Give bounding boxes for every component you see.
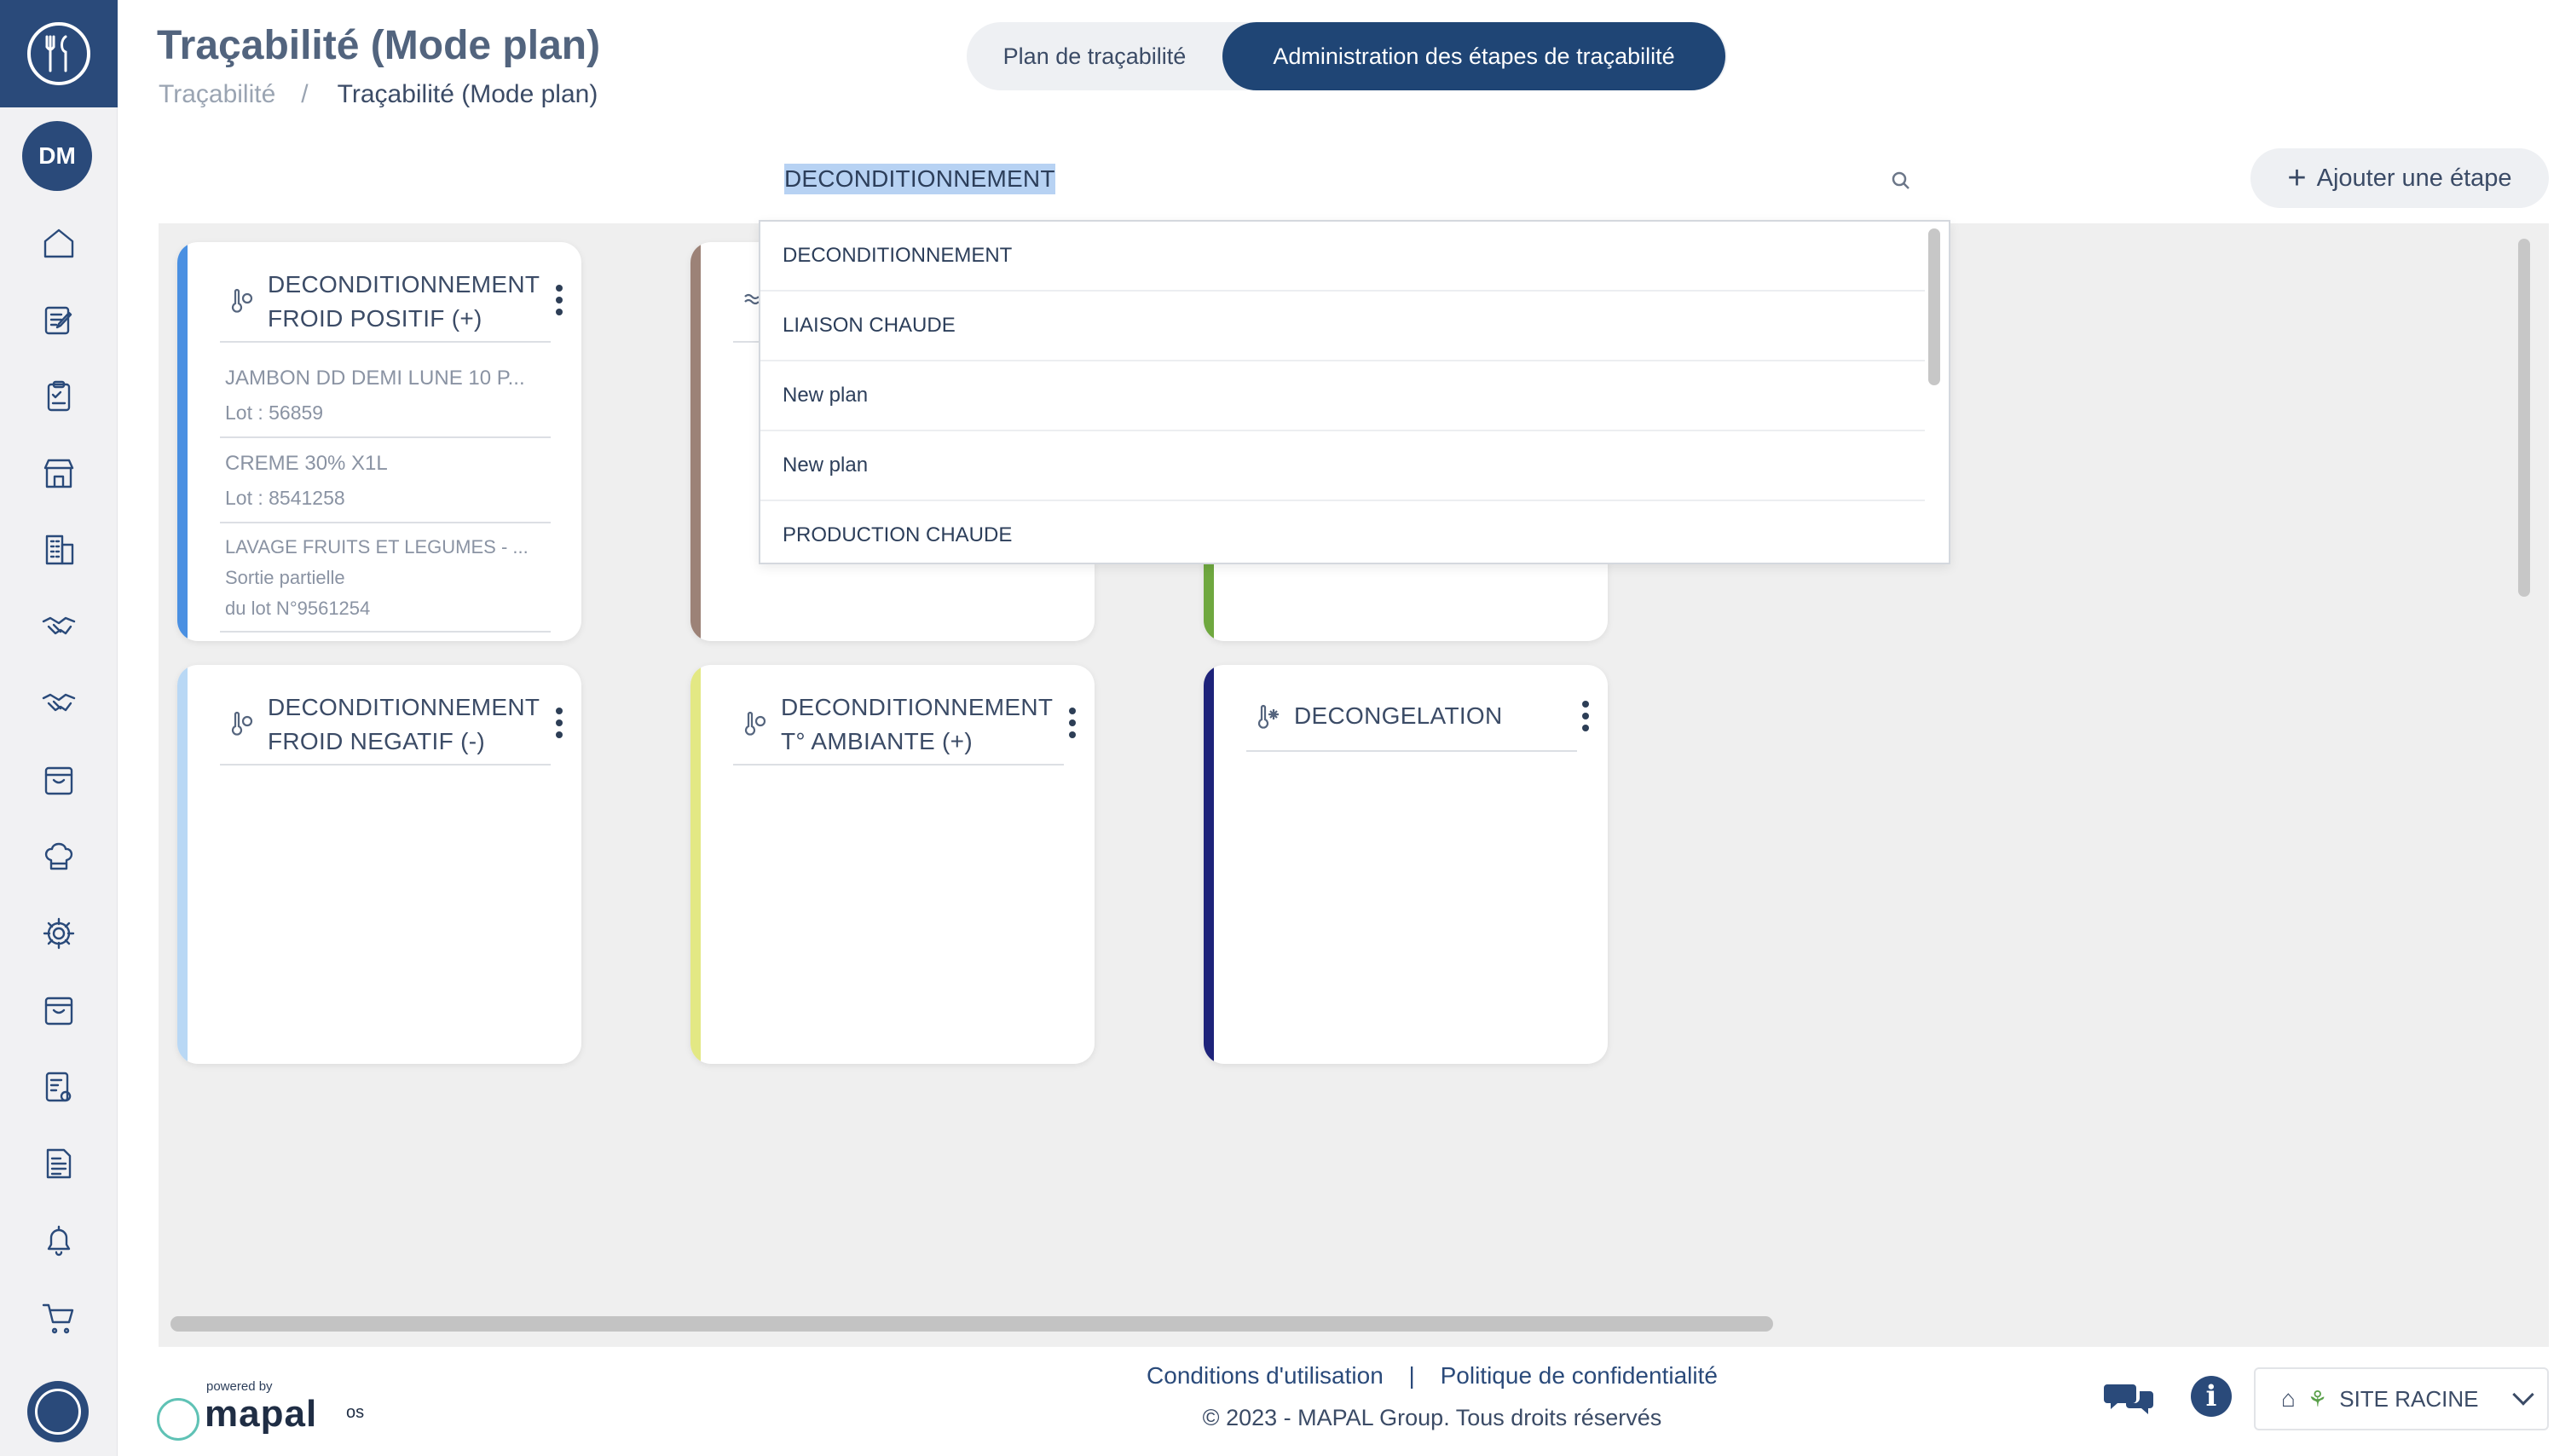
privacy-link[interactable]: Politique de confidentialité <box>1441 1362 1718 1389</box>
suggestion-item[interactable]: DECONDITIONNEMENT <box>760 222 1925 292</box>
card-header: DECONDITIONNEMENT FROID NEGATIF (-) <box>220 687 563 766</box>
chef-hat-icon[interactable] <box>0 818 118 895</box>
footer-links: Conditions d'utilisation | Politique de … <box>1108 1362 1756 1390</box>
suggestion-item[interactable]: LIAISON CHAUDE <box>760 292 1925 361</box>
store-icon[interactable] <box>0 435 118 511</box>
card-header: DECONGELATION <box>1246 687 1589 752</box>
terms-link[interactable]: Conditions d'utilisation <box>1147 1362 1384 1389</box>
bottom-logo-icon[interactable] <box>27 1381 89 1442</box>
sprout-icon: ⚘ <box>2307 1385 2328 1412</box>
breadcrumb-root-link[interactable]: Traçabilité <box>159 80 275 109</box>
box-icon[interactable] <box>0 742 118 818</box>
brand-suffix: os <box>346 1403 365 1422</box>
card-item[interactable]: LAVAGE FRUITS ET LEGUMES - ... Sortie pa… <box>220 523 551 633</box>
archive-icon[interactable] <box>0 972 118 1049</box>
mapal-wave-icon <box>157 1398 199 1441</box>
card-item[interactable]: JAMBON DD DEMI LUNE 10 P... Lot : 56859 <box>220 353 551 438</box>
copyright: © 2023 - MAPAL Group. Tous droits réserv… <box>1202 1405 1662 1430</box>
card-title: DECONDITIONNEMENT T° AMBIANTE (+) <box>781 694 1053 754</box>
card-title: DECONDITIONNEMENT FROID NEGATIF (-) <box>268 694 540 754</box>
chevron-down-icon <box>2512 1384 2535 1406</box>
card-header: DECONDITIONNEMENT FROID POSITIF (+) <box>220 264 563 343</box>
thermometer-icon <box>227 286 256 315</box>
search-suggestions-dropdown: DECONDITIONNEMENT LIAISON CHAUDE New pla… <box>759 220 1950 564</box>
toggle-admin-button[interactable]: Administration des étapes de traçabilité <box>1222 22 1725 90</box>
search-value: DECONDITIONNEMENT <box>784 164 1055 194</box>
handshake-alt-icon[interactable] <box>0 665 118 742</box>
breadcrumb-separator: / <box>301 80 309 108</box>
step-card[interactable]: DECONGELATION <box>1204 665 1608 1064</box>
powered-by-label: powered by <box>206 1379 273 1394</box>
checklist-icon[interactable] <box>0 1049 118 1125</box>
card-color-stripe <box>1204 665 1214 1064</box>
suggestion-item[interactable]: New plan <box>760 361 1925 431</box>
card-color-stripe <box>177 242 188 641</box>
site-name: SITE RACINE <box>2339 1385 2479 1412</box>
item-name: LAVAGE FRUITS ET LEGUMES - ... <box>225 536 529 558</box>
suggestion-item[interactable]: New plan <box>760 431 1925 501</box>
card-item[interactable]: CREME 30% X1L Lot : 8541258 <box>220 438 551 523</box>
horizontal-scrollbar[interactable] <box>170 1316 1773 1332</box>
home-icon[interactable] <box>0 205 118 281</box>
card-items: JAMBON DD DEMI LUNE 10 P... Lot : 56859 … <box>220 353 551 633</box>
search-icon[interactable] <box>1889 169 1913 193</box>
view-toggle: Plan de traçabilité Administration des é… <box>967 22 1727 90</box>
home-small-icon: ⌂ <box>2281 1385 2296 1412</box>
item-name: JAMBON DD DEMI LUNE 10 P... <box>225 367 525 390</box>
card-title: DECONDITIONNEMENT FROID POSITIF (+) <box>268 271 540 332</box>
more-options-icon[interactable] <box>1067 708 1078 738</box>
brand-name: mapal <box>205 1393 318 1435</box>
plus-icon: + <box>2287 160 2307 196</box>
handshake-icon[interactable] <box>0 588 118 665</box>
cart-icon[interactable] <box>0 1279 118 1355</box>
bell-icon[interactable] <box>0 1202 118 1279</box>
user-avatar[interactable]: DM <box>22 121 92 191</box>
search-input[interactable]: DECONDITIONNEMENT <box>783 160 1950 203</box>
thermometer-icon <box>227 709 256 738</box>
page-title: Traçabilité (Mode plan) <box>157 23 601 68</box>
vertical-scrollbar[interactable] <box>2518 239 2530 597</box>
app-logo[interactable] <box>0 0 118 107</box>
edit-icon[interactable] <box>0 281 118 358</box>
add-step-button[interactable]: + Ajouter une étape <box>2250 148 2549 208</box>
card-color-stripe <box>690 242 701 641</box>
chat-icon[interactable] <box>2104 1379 2155 1420</box>
sidebar: DM <box>0 0 118 1456</box>
step-card[interactable]: DECONDITIONNEMENT FROID NEGATIF (-) <box>177 665 581 1064</box>
sidebar-nav <box>0 205 118 1355</box>
item-lot: Lot : 56859 <box>225 402 324 424</box>
step-card[interactable]: DECONDITIONNEMENT T° AMBIANTE (+) <box>690 665 1095 1064</box>
card-color-stripe <box>690 665 701 1064</box>
breadcrumb: Traçabilité / Traçabilité (Mode plan) <box>159 80 598 109</box>
info-icon[interactable]: i <box>2191 1376 2232 1417</box>
building-icon[interactable] <box>0 511 118 588</box>
item-name: CREME 30% X1L <box>225 452 388 475</box>
dropdown-scrollbar[interactable] <box>1928 228 1940 385</box>
card-title: DECONGELATION <box>1294 702 1503 729</box>
more-options-icon[interactable] <box>554 285 564 315</box>
more-options-icon[interactable] <box>1580 701 1591 731</box>
card-color-stripe <box>177 665 188 1064</box>
clipboard-check-icon[interactable] <box>0 358 118 435</box>
toggle-plan-button[interactable]: Plan de traçabilité <box>967 22 1222 90</box>
more-options-icon[interactable] <box>554 708 564 738</box>
site-selector[interactable]: ⌂ ⚘ SITE RACINE <box>2254 1367 2549 1430</box>
gear-icon[interactable] <box>0 895 118 972</box>
document-icon[interactable] <box>0 1125 118 1202</box>
add-step-label: Ajouter une étape <box>2316 164 2512 192</box>
item-lot: Lot : 8541258 <box>225 487 345 509</box>
card-header: DECONDITIONNEMENT T° AMBIANTE (+) <box>733 687 1076 766</box>
step-card[interactable]: DECONDITIONNEMENT FROID POSITIF (+) JAMB… <box>177 242 581 641</box>
item-status: Sortie partielle <box>225 567 345 588</box>
footer-separator: | <box>1408 1362 1415 1389</box>
thermometer-icon <box>740 709 769 738</box>
fork-knife-logo-icon <box>27 22 90 85</box>
breadcrumb-current: Traçabilité (Mode plan) <box>337 80 598 108</box>
item-lot: du lot N°9561254 <box>225 598 371 619</box>
snowflake-thermometer-icon <box>1253 702 1282 731</box>
suggestion-item[interactable]: PRODUCTION CHAUDE <box>760 501 1925 563</box>
